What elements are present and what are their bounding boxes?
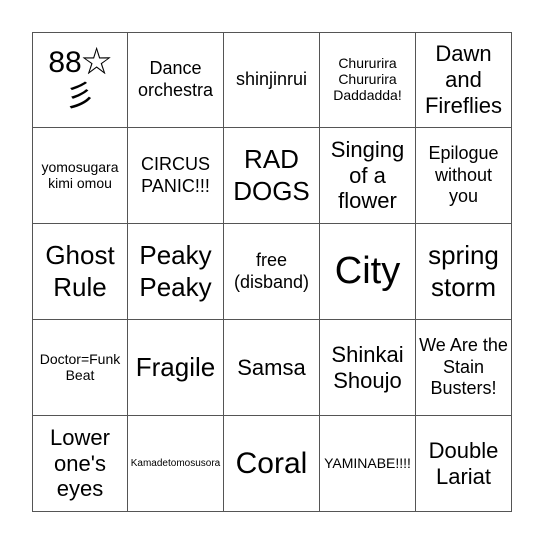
bingo-cell-label: shinjinrui xyxy=(235,69,308,90)
bingo-cell-label: Shinkai Shoujo xyxy=(331,341,404,393)
bingo-cell-label: YAMINABE!!!! xyxy=(324,454,411,471)
bingo-cell[interactable]: free (disband) xyxy=(224,224,320,320)
bingo-cell[interactable]: Samsa xyxy=(224,320,320,416)
bingo-cell[interactable]: RAD DOGS xyxy=(224,128,320,224)
bingo-cell-label: Singing of a flower xyxy=(330,136,405,214)
bingo-cell-label: RAD DOGS xyxy=(233,144,310,206)
bingo-cell[interactable]: Double Lariat xyxy=(416,416,512,512)
bingo-cell[interactable]: Chururira Chururira Daddadda! xyxy=(320,32,416,128)
bingo-cell[interactable]: Singing of a flower xyxy=(320,128,416,224)
bingo-cell[interactable]: Dance orchestra xyxy=(128,32,224,128)
bingo-cell-label: Chururira Chururira Daddadda! xyxy=(333,55,402,103)
bingo-cell[interactable]: Fragile xyxy=(128,320,224,416)
bingo-cell[interactable]: Coral xyxy=(224,416,320,512)
bingo-cell-label: We Are the Stain Busters! xyxy=(419,335,508,399)
bingo-cell[interactable]: Epilogue without you xyxy=(416,128,512,224)
bingo-cell[interactable]: We Are the Stain Busters! xyxy=(416,320,512,416)
bingo-cell-label: CIRCUS PANIC!!! xyxy=(140,153,210,196)
bingo-cell[interactable]: Shinkai Shoujo xyxy=(320,320,416,416)
bingo-cell[interactable]: CIRCUS PANIC!!! xyxy=(128,128,224,224)
bingo-cell[interactable]: Lower one's eyes xyxy=(32,416,128,512)
bingo-cell-label: City xyxy=(334,250,401,293)
bingo-cell-label: Samsa xyxy=(237,354,306,380)
bingo-cell-label: Fragile xyxy=(135,351,216,382)
bingo-cell[interactable]: Kamadetomosusora xyxy=(128,416,224,512)
bingo-cell-label: free (disband) xyxy=(233,249,310,292)
bingo-cell-label: Ghost Rule xyxy=(45,240,115,302)
bingo-cell[interactable]: City xyxy=(320,224,416,320)
bingo-cell-label: 88☆彡 xyxy=(48,46,112,113)
bingo-board: 88☆彡 Dance orchestra shinjinrui Chururira C… xyxy=(32,32,512,512)
bingo-cell[interactable]: Peaky Peaky xyxy=(128,224,224,320)
bingo-cell-label: Epilogue without you xyxy=(428,143,499,207)
bingo-cell-label: Coral xyxy=(235,446,308,480)
bingo-cell-label: Doctor=Funk Beat xyxy=(39,350,121,383)
bingo-cell-label: spring storm xyxy=(428,240,499,302)
bingo-cell[interactable]: yomosugara kimi omou xyxy=(32,128,128,224)
bingo-cell-label: Lower one's eyes xyxy=(50,424,110,502)
bingo-cell-label: Peaky Peaky xyxy=(139,240,212,302)
bingo-cell[interactable]: shinjinrui xyxy=(224,32,320,128)
bingo-cell[interactable]: Dawn and Fireflies xyxy=(416,32,512,128)
bingo-cell[interactable]: YAMINABE!!!! xyxy=(320,416,416,512)
bingo-cell[interactable]: Doctor=Funk Beat xyxy=(32,320,128,416)
bingo-cell[interactable]: spring storm xyxy=(416,224,512,320)
bingo-cell[interactable]: Ghost Rule xyxy=(32,224,128,320)
bingo-cell-label: Dawn and Fireflies xyxy=(424,41,502,118)
bingo-cell-label: yomosugara kimi omou xyxy=(41,158,119,191)
bingo-cell[interactable]: 88☆彡 xyxy=(32,32,128,128)
bingo-cell-label: Dance orchestra xyxy=(137,58,214,100)
bingo-cell-label: Kamadetomosusora xyxy=(130,457,221,469)
bingo-cell-label: Double Lariat xyxy=(428,437,499,489)
